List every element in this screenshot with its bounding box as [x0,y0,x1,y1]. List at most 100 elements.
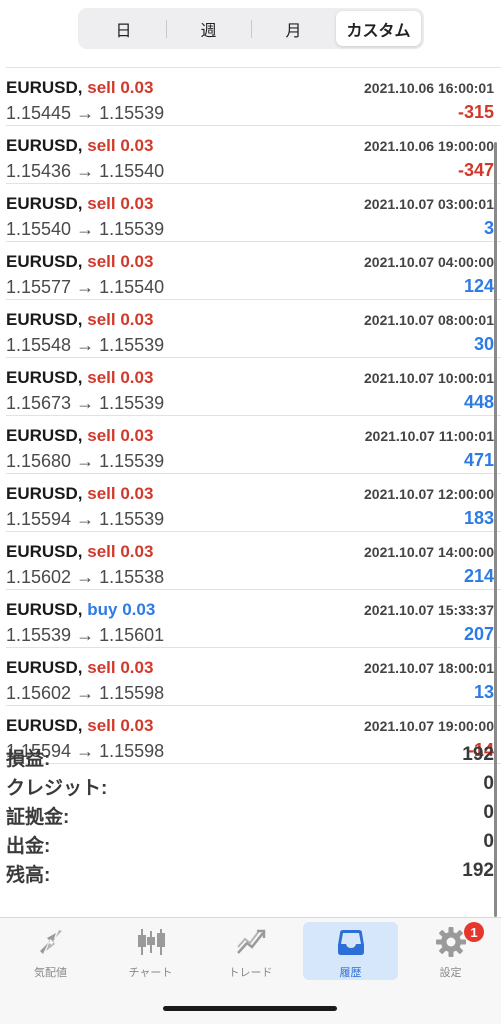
table-row[interactable]: EURUSD, sell 0.03 2021.10.07 12:00:00 1.15… [6,474,501,532]
side-text: sell [87,658,116,677]
arrow-right-icon: → [71,567,100,587]
summary-label: クレジット: [6,778,108,799]
table-row[interactable]: EURUSD, sell 0.03 2021.10.07 11:00:01 1.15… [6,416,501,474]
open-price: 1.15673 [6,393,72,413]
trade-side: sell 0.03 [87,542,153,561]
summary-label: 証拠金: [6,807,70,828]
summary-value: 192 [462,744,494,765]
trade-side: buy 0.03 [87,600,155,619]
trade-profit: 214 [463,566,494,586]
scrollbar[interactable] [494,142,497,917]
account-summary: 損益: 192 クレジット: 0 証拠金: 0 出金: 0 残高: 192 [0,741,501,886]
trade-time: 2021.10.07 03:00:01 [364,196,494,212]
symbol-text: EURUSD, [6,368,83,387]
trade-prices: 1.15594 → 1.15539 [6,509,164,530]
symbol-text: EURUSD, [6,716,83,735]
table-row[interactable]: EURUSD, sell 0.03 2021.10.07 14:00:00 1.15… [6,532,501,590]
trade-prices: 1.15602 → 1.15538 [6,567,164,588]
trade-time: 2021.10.07 10:00:01 [364,370,494,386]
quotes-icon [35,926,67,958]
tab-month[interactable]: 月 [251,11,336,46]
nav-quotes[interactable]: 気配値 [3,922,98,980]
arrow-right-icon: → [71,451,100,471]
open-price: 1.15540 [6,219,72,239]
nav-trade[interactable]: トレード [203,922,298,980]
close-price: 1.15601 [99,625,165,645]
summary-value: 0 [483,831,494,852]
trade-side: sell 0.03 [87,78,153,97]
trade-profit: -315 [457,102,494,122]
close-price: 1.15539 [99,509,165,529]
lots-text: 0.03 [122,600,156,619]
table-row[interactable]: EURUSD, buy 0.03 2021.10.07 15:33:37 1.155… [6,590,501,648]
trade-time: 2021.10.07 04:00:00 [364,254,494,270]
trade-prices: 1.15680 → 1.15539 [6,451,164,472]
trade-symbol: EURUSD, sell 0.03 [6,194,153,214]
open-price: 1.15445 [6,103,72,123]
trade-symbol: EURUSD, sell 0.03 [6,542,153,562]
side-text: sell [87,136,116,155]
open-price: 1.15436 [6,161,72,181]
open-price: 1.15602 [6,683,72,703]
trade-prices: 1.15673 → 1.15539 [6,393,164,414]
tab-custom[interactable]: カスタム [336,11,421,46]
open-price: 1.15680 [6,451,72,471]
tab-day[interactable]: 日 [81,11,166,46]
lots-text: 0.03 [120,194,154,213]
open-price: 1.15539 [6,625,72,645]
table-row[interactable]: EURUSD, sell 0.03 2021.10.07 08:00:01 1.15… [6,300,501,358]
nav-label: チャート [128,967,173,979]
trade-side: sell 0.03 [87,194,153,213]
symbol-text: EURUSD, [6,310,83,329]
trade-time: 2021.10.06 16:00:01 [364,80,494,96]
history-inbox-icon [335,926,367,958]
trade-time: 2021.10.07 11:00:01 [364,428,494,444]
table-row[interactable]: EURUSD, sell 0.03 2021.10.07 10:00:01 1.15… [6,358,501,416]
nav-history[interactable]: 履歴 [303,922,398,980]
nav-label: 履歴 [339,967,362,979]
symbol-text: EURUSD, [6,484,83,503]
table-row[interactable]: EURUSD, sell 0.03 2021.10.07 03:00:01 1.15… [6,184,501,242]
table-row[interactable]: EURUSD, sell 0.03 2021.10.07 18:00:01 1.15… [6,648,501,706]
symbol-text: EURUSD, [6,252,83,271]
open-price: 1.15594 [6,509,72,529]
trade-time: 2021.10.07 12:00:00 [364,486,494,502]
tab-week[interactable]: 週 [166,11,251,46]
table-row[interactable]: EURUSD, sell 0.03 2021.10.07 04:00:00 1.15… [6,242,501,300]
side-text: buy [87,600,118,619]
trade-side: sell 0.03 [87,368,153,387]
summary-value: 192 [462,860,494,881]
trade-time: 2021.10.07 14:00:00 [364,544,494,560]
trade-symbol: EURUSD, sell 0.03 [6,658,153,678]
trade-profit: 183 [463,508,494,528]
home-indicator[interactable] [163,1006,337,1011]
trade-symbol: EURUSD, sell 0.03 [6,716,153,736]
table-row[interactable]: EURUSD, sell 0.03 2021.10.06 19:00:00 1.15… [6,126,501,184]
lots-text: 0.03 [120,542,154,561]
trade-side: sell 0.03 [87,484,153,503]
symbol-text: EURUSD, [6,78,83,97]
close-price: 1.15539 [99,219,165,239]
open-price: 1.15577 [6,277,72,297]
trade-time: 2021.10.07 18:00:01 [364,660,494,676]
trade-side: sell 0.03 [87,426,153,445]
trade-history-list[interactable]: EURUSD, sell 0.03 2021.10.06 16:00:01 1.15… [0,56,501,764]
summary-credit: クレジット: 0 [6,770,501,799]
nav-chart[interactable]: チャート [103,922,198,980]
table-row-partial[interactable] [6,56,501,68]
trade-profit: 207 [463,624,494,644]
arrow-right-icon: → [71,509,100,529]
trade-symbol: EURUSD, buy 0.03 [6,600,155,620]
table-row[interactable]: EURUSD, sell 0.03 2021.10.06 16:00:01 1.15… [6,68,501,126]
symbol-text: EURUSD, [6,426,83,445]
nav-settings[interactable]: 1 設定 [403,922,498,980]
trade-time: 2021.10.07 08:00:01 [364,312,494,328]
trade-symbol: EURUSD, sell 0.03 [6,136,153,156]
close-price: 1.15539 [99,393,165,413]
side-text: sell [87,252,116,271]
trade-prices: 1.15602 → 1.15598 [6,683,164,704]
summary-profit: 損益: 192 [6,741,501,770]
trade-symbol: EURUSD, sell 0.03 [6,310,153,330]
trade-profit: 124 [463,276,494,296]
open-price: 1.15602 [6,567,72,587]
